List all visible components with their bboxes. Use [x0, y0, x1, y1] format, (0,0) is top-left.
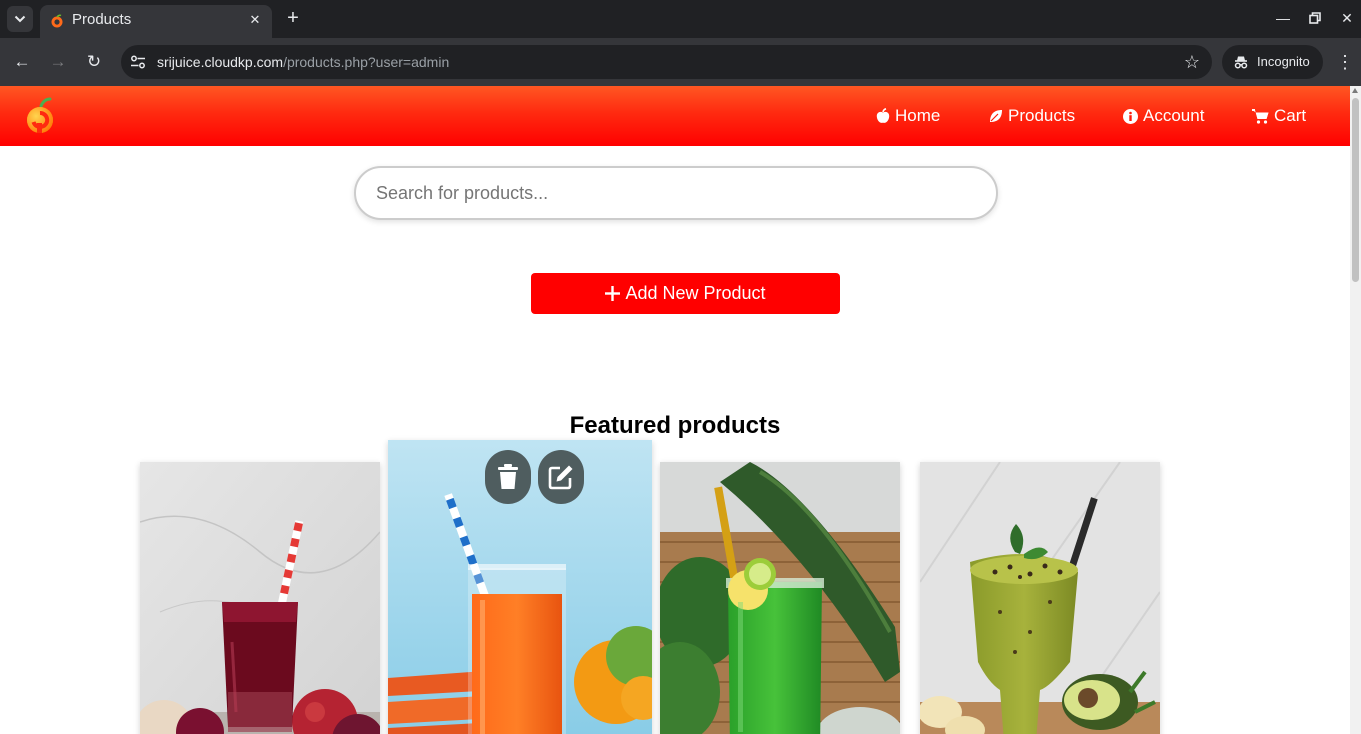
featured-products-title: Featured products: [569, 412, 781, 439]
tab-close-icon[interactable]: ✕: [246, 11, 264, 29]
address-bar[interactable]: srijuice.cloudkp.com/products.php?user=a…: [121, 45, 1212, 79]
scroll-up-arrow-icon[interactable]: [1352, 88, 1358, 93]
plus-icon: [605, 286, 621, 301]
delete-product-button[interactable]: [485, 450, 531, 504]
product-card-beet-juice[interactable]: [140, 462, 380, 734]
incognito-label: Incognito: [1257, 54, 1310, 69]
nav-home-label: Home: [895, 106, 941, 125]
incognito-indicator[interactable]: Incognito: [1222, 45, 1323, 79]
back-arrow-icon[interactable]: ←: [11, 51, 33, 73]
url-text: srijuice.cloudkp.com/products.php?user=a…: [157, 54, 449, 70]
site-logo-icon[interactable]: [24, 96, 58, 136]
site-header: Home Products Account Cart: [0, 86, 1350, 146]
add-new-product-label: Add New Product: [625, 283, 766, 303]
nav-cart-label: Cart: [1274, 106, 1307, 125]
product-image: [140, 462, 380, 734]
add-new-product-button[interactable]: Add New Product: [531, 273, 840, 314]
product-card-carrot-juice[interactable]: [388, 440, 652, 734]
browser-toolbar: ← → ↻ srijuice.cloudkp.com/products.php?…: [0, 38, 1361, 86]
product-card-avocado-smoothie[interactable]: [920, 462, 1160, 734]
site-favicon-icon: [51, 14, 63, 28]
reload-icon[interactable]: ↻: [83, 51, 105, 73]
nav-home[interactable]: Home: [876, 106, 940, 126]
url-path: /products.php?user=admin: [283, 54, 450, 70]
tab-search-button[interactable]: [7, 6, 33, 32]
browser-menu-icon[interactable]: ⋮: [1336, 51, 1354, 73]
cart-icon: [1252, 108, 1269, 124]
forward-arrow-icon[interactable]: →: [47, 51, 69, 73]
trash-icon: [498, 464, 518, 489]
close-window-icon[interactable]: ✕: [1338, 9, 1356, 27]
edit-icon: [548, 465, 573, 490]
browser-tab[interactable]: Products ✕: [40, 5, 272, 38]
search-input[interactable]: [376, 168, 976, 218]
new-tab-button[interactable]: +: [283, 8, 303, 28]
chevron-down-icon: [14, 15, 26, 23]
nav-account[interactable]: Account: [1123, 106, 1204, 126]
product-card-green-juice[interactable]: [660, 462, 900, 734]
page-viewport: Home Products Account Cart Add New Produ…: [0, 86, 1350, 734]
bookmark-star-icon[interactable]: ☆: [1184, 52, 1200, 72]
nav-products[interactable]: Products: [989, 106, 1075, 126]
nav-products-label: Products: [1008, 106, 1076, 125]
tab-title: Products: [72, 11, 132, 28]
product-image: [660, 462, 900, 734]
nav-cart[interactable]: Cart: [1252, 106, 1306, 126]
scrollbar-thumb[interactable]: [1352, 98, 1359, 282]
product-image: [920, 462, 1160, 734]
page-scrollbar[interactable]: [1350, 86, 1361, 734]
incognito-icon: [1234, 56, 1248, 69]
leaf-icon: [990, 110, 1002, 122]
search-box: [354, 166, 998, 220]
apple-icon: [876, 108, 890, 123]
browser-tab-bar: Products ✕ + — ✕: [0, 0, 1361, 38]
nav-account-label: Account: [1143, 106, 1205, 125]
edit-product-button[interactable]: [538, 450, 584, 504]
restore-icon[interactable]: [1306, 9, 1324, 27]
url-host: srijuice.cloudkp.com: [157, 54, 284, 70]
site-settings-icon[interactable]: [129, 53, 147, 71]
minimize-icon[interactable]: —: [1274, 9, 1292, 27]
info-icon: [1123, 108, 1138, 124]
